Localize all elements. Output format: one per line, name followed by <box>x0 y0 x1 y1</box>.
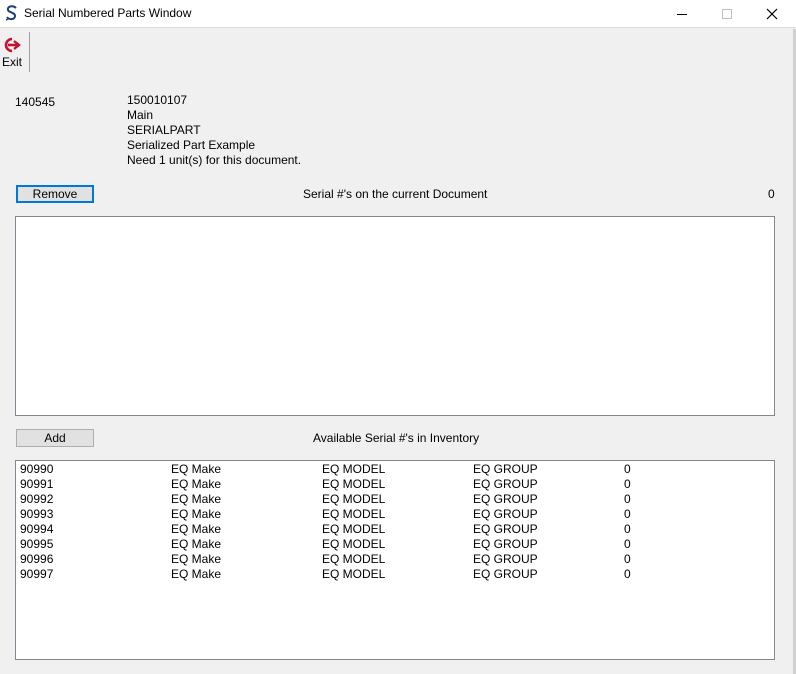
model-cell: EQ MODEL <box>322 537 386 551</box>
part-description: Serialized Part Example <box>127 138 256 152</box>
qty-cell: 0 <box>624 552 631 566</box>
part-code: SERIALPART <box>127 123 201 137</box>
make-cell: EQ Make <box>171 552 222 566</box>
serial-cell: 90991 <box>20 477 54 491</box>
part-number: 150010107 <box>127 93 188 107</box>
model-cell: EQ MODEL <box>322 552 386 566</box>
part-id: 140545 <box>15 95 56 109</box>
serial-cell: 90996 <box>20 552 54 566</box>
model-cell: EQ MODEL <box>322 462 386 476</box>
inventory-row[interactable]: 90992 EQ Make EQ MODEL EQ GROUP 0 <box>20 492 760 507</box>
qty-cell: 0 <box>624 492 631 506</box>
qty-cell: 0 <box>624 477 631 491</box>
inventory-row[interactable]: 90993 EQ Make EQ MODEL EQ GROUP 0 <box>20 507 760 522</box>
group-cell: EQ GROUP <box>473 462 538 476</box>
current-doc-serial-list[interactable] <box>15 216 775 416</box>
close-icon <box>766 8 778 20</box>
part-details: 150010107 Main SERIALPART Serialized Par… <box>127 93 301 168</box>
model-cell: EQ MODEL <box>322 492 386 506</box>
make-cell: EQ Make <box>171 492 222 506</box>
app-logo-icon <box>5 5 19 21</box>
title-bar: Serial Numbered Parts Window <box>0 0 796 28</box>
model-cell: EQ MODEL <box>322 477 386 491</box>
group-cell: EQ GROUP <box>473 537 538 551</box>
maximize-icon <box>722 9 732 19</box>
make-cell: EQ Make <box>171 507 222 521</box>
make-cell: EQ Make <box>171 462 222 476</box>
window-title: Serial Numbered Parts Window <box>24 6 192 20</box>
inventory-row[interactable]: 90997 EQ Make EQ MODEL EQ GROUP 0 <box>20 567 760 582</box>
inventory-header: Available Serial #'s in Inventory <box>313 431 480 445</box>
group-cell: EQ GROUP <box>473 552 538 566</box>
group-cell: EQ GROUP <box>473 522 538 536</box>
part-need-text: Need 1 unit(s) for this document. <box>127 153 302 167</box>
add-button[interactable]: Add <box>16 429 94 447</box>
minimize-icon <box>677 9 687 19</box>
group-cell: EQ GROUP <box>473 477 538 491</box>
group-cell: EQ GROUP <box>473 507 538 521</box>
inventory-row[interactable]: 90991 EQ Make EQ MODEL EQ GROUP 0 <box>20 477 760 492</box>
group-cell: EQ GROUP <box>473 492 538 506</box>
toolbar: Exit <box>0 29 796 73</box>
model-cell: EQ MODEL <box>322 507 386 521</box>
qty-cell: 0 <box>624 537 631 551</box>
inventory-row[interactable]: 90995 EQ Make EQ MODEL EQ GROUP 0 <box>20 537 760 552</box>
serial-cell: 90993 <box>20 507 54 521</box>
serial-cell: 90992 <box>20 492 54 506</box>
part-location: Main <box>127 108 154 122</box>
qty-cell: 0 <box>624 522 631 536</box>
current-doc-header: Serial #'s on the current Document <box>303 187 488 201</box>
remove-button[interactable]: Remove <box>16 185 94 203</box>
serial-cell: 90997 <box>20 567 54 581</box>
qty-cell: 0 <box>624 567 631 581</box>
toolbar-separator <box>29 32 30 72</box>
serial-cell: 90995 <box>20 537 54 551</box>
make-cell: EQ Make <box>171 477 222 491</box>
make-cell: EQ Make <box>171 537 222 551</box>
make-cell: EQ Make <box>171 567 222 581</box>
close-button[interactable] <box>749 0 795 28</box>
serial-cell: 90994 <box>20 522 54 536</box>
serial-cell: 90990 <box>20 462 54 476</box>
maximize-button[interactable] <box>704 0 750 28</box>
inventory-serial-list[interactable]: 90990 EQ Make EQ MODEL EQ GROUP 0 90991 EQ Mak… <box>15 460 775 660</box>
exit-button[interactable]: Exit <box>1 35 27 71</box>
model-cell: EQ MODEL <box>322 567 386 581</box>
make-cell: EQ Make <box>171 522 222 536</box>
inventory-row[interactable]: 90990 EQ Make EQ MODEL EQ GROUP 0 <box>20 462 760 477</box>
group-cell: EQ GROUP <box>473 567 538 581</box>
exit-label: Exit <box>2 55 23 69</box>
inventory-row[interactable]: 90996 EQ Make EQ MODEL EQ GROUP 0 <box>20 552 760 567</box>
minimize-button[interactable] <box>659 0 705 28</box>
inventory-row[interactable]: 90994 EQ Make EQ MODEL EQ GROUP 0 <box>20 522 760 537</box>
qty-cell: 0 <box>624 462 631 476</box>
qty-cell: 0 <box>624 507 631 521</box>
current-doc-count: 0 <box>768 187 775 201</box>
model-cell: EQ MODEL <box>322 522 386 536</box>
